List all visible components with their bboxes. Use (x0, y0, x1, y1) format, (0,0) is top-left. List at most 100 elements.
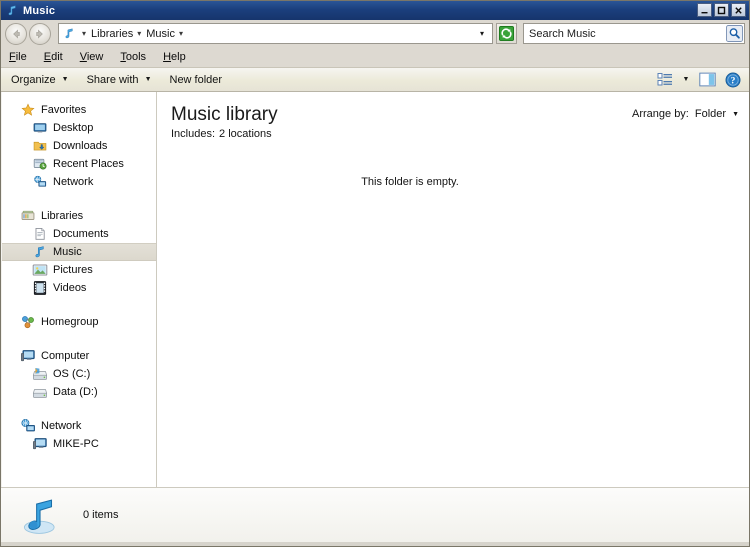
close-button[interactable] (731, 3, 746, 17)
menu-accel: F (9, 51, 16, 63)
sidebar-item-mike-pc[interactable]: MIKE-PC (2, 435, 156, 453)
chevron-down-icon[interactable]: ▾ (478, 29, 490, 38)
breadcrumb-separator[interactable]: ▾ (176, 29, 187, 38)
menu-rest: iew (86, 51, 104, 63)
refresh-button[interactable] (496, 23, 517, 44)
explorer-body: Favorites Desktop Downloads Recent Place… (1, 92, 749, 487)
sidebar-item-data-d[interactable]: Data (D:) (2, 383, 156, 401)
desktop-icon (32, 120, 48, 136)
includes-locations-link[interactable]: 2 locations (219, 128, 272, 140)
music-note-icon (62, 27, 76, 41)
menu-item-edit[interactable]: Edit (44, 49, 72, 65)
menu-item-tools[interactable]: Tools (120, 49, 155, 65)
sidebar-item-homegroup[interactable]: Homegroup (2, 313, 156, 331)
breadcrumb-music[interactable]: Music (145, 28, 176, 40)
homegroup-icon (22, 316, 34, 329)
sidebar-label: Network (53, 176, 94, 188)
sidebar-item-os-c[interactable]: OS (C:) (2, 365, 156, 383)
sidebar-label: MIKE-PC (53, 438, 99, 450)
status-bar: 0 items (1, 487, 749, 542)
sidebar-label: Documents (53, 228, 109, 240)
sidebar-label: Downloads (53, 140, 108, 152)
breadcrumb-separator[interactable]: ▾ (79, 29, 90, 38)
library-includes: Includes: 2 locations (171, 128, 278, 140)
search-box[interactable]: Search Music (523, 23, 745, 44)
network-icon (21, 419, 35, 432)
menu-rest: dit (51, 51, 63, 63)
maximize-button[interactable] (714, 3, 729, 17)
sidebar-item-pictures[interactable]: Pictures (2, 261, 156, 279)
search-icon[interactable] (725, 24, 744, 43)
file-list-pane[interactable]: Music library Includes: 2 locations Arran… (157, 92, 749, 487)
sidebar-item-recent-places[interactable]: Recent Places (2, 155, 156, 173)
menu-bar: File Edit View Tools Help (1, 47, 749, 67)
sidebar-item-favorites[interactable]: Favorites (2, 101, 156, 119)
arrange-by-value[interactable]: Folder (695, 108, 726, 120)
nav-group-network: Network MIKE-PC (2, 417, 156, 453)
system-drive-icon (32, 368, 48, 380)
menu-accel: E (43, 51, 52, 63)
svg-text:?: ? (730, 76, 735, 86)
music-note-icon (5, 4, 19, 18)
nav-group-favorites: Favorites Desktop Downloads Recent Place… (2, 101, 156, 191)
sidebar-item-documents[interactable]: Documents (2, 225, 156, 243)
menu-item-file[interactable]: File (9, 49, 36, 65)
chevron-down-icon[interactable]: ▼ (679, 76, 693, 83)
nav-group-computer: Computer OS (C:) Data (D:) (2, 347, 156, 401)
window-controls (697, 3, 746, 17)
chevron-down-icon[interactable]: ▼ (732, 111, 739, 118)
menu-rest: ile (15, 51, 27, 63)
chevron-down-icon: ▼ (61, 76, 69, 83)
toolbar-right-group: ▼ ? (654, 70, 743, 89)
back-button[interactable] (5, 22, 27, 45)
search-input[interactable]: Search Music (524, 28, 725, 40)
star-icon (20, 102, 36, 118)
sidebar-item-libraries[interactable]: Libraries (2, 207, 156, 225)
share-with-button[interactable]: Share with ▼ (87, 74, 152, 86)
address-bar[interactable]: ▾ Libraries ▾ Music ▾ ▾ (58, 23, 493, 44)
sidebar-item-music[interactable]: Music (2, 243, 156, 261)
sidebar-item-downloads[interactable]: Downloads (2, 137, 156, 155)
libraries-icon (20, 208, 36, 224)
network-icon (32, 174, 48, 190)
chevron-down-icon: ▼ (144, 76, 152, 83)
sidebar-label: Videos (53, 282, 87, 294)
help-icon[interactable]: ? (722, 70, 743, 89)
arrange-by-control[interactable]: Arrange by: Folder ▼ (632, 108, 739, 120)
sidebar-label: Computer (41, 350, 90, 362)
breadcrumb-libraries[interactable]: Libraries (90, 28, 134, 40)
forward-button[interactable] (29, 22, 51, 45)
share-with-label: Share with (86, 73, 139, 86)
title-bar: Music (1, 1, 749, 20)
preview-pane-icon[interactable] (697, 70, 718, 89)
menu-rest: ools (125, 51, 147, 63)
sidebar-item-network[interactable]: Network (2, 173, 156, 191)
sidebar-label: Favorites (41, 104, 87, 116)
sidebar-label: Music (53, 246, 82, 258)
menu-item-help[interactable]: Help (163, 49, 195, 65)
computer-icon (32, 438, 47, 450)
new-folder-button[interactable]: New folder (170, 74, 223, 86)
view-list-icon[interactable] (654, 70, 675, 89)
navigation-pane[interactable]: Favorites Desktop Downloads Recent Place… (2, 92, 157, 487)
sidebar-item-desktop[interactable]: Desktop (2, 119, 156, 137)
menu-rest: elp (171, 51, 186, 63)
window-title: Music (23, 4, 56, 17)
empty-folder-message: This folder is empty. (361, 176, 459, 188)
sidebar-item-network-root[interactable]: Network (2, 417, 156, 435)
downloads-folder-icon (32, 138, 48, 154)
music-note-icon (32, 244, 48, 260)
sidebar-label: Recent Places (53, 158, 124, 170)
menu-item-view[interactable]: View (80, 49, 113, 65)
documents-icon (32, 226, 48, 242)
breadcrumb-separator[interactable]: ▾ (134, 29, 145, 38)
pictures-icon (32, 264, 48, 276)
sidebar-item-computer[interactable]: Computer (2, 347, 156, 365)
minimize-button[interactable] (697, 3, 712, 17)
organize-button[interactable]: Organize ▼ (11, 74, 69, 86)
videos-icon (33, 281, 47, 295)
includes-label: Includes: (171, 128, 216, 140)
sidebar-item-videos[interactable]: Videos (2, 279, 156, 297)
